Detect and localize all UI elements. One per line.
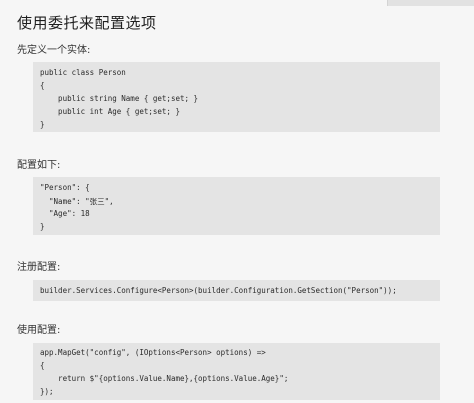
code-line: builder.Services.Configure<Person>(build… bbox=[40, 286, 397, 295]
code-block-usage: app.MapGet("config", (IOptions<Person> o… bbox=[33, 343, 440, 400]
code-block-json-config: "Person": { "Name": "张三", "Age": 18 } bbox=[33, 177, 440, 235]
code-line: "Age": 18 bbox=[40, 209, 90, 218]
code-line: return $"{options.Value.Name},{options.V… bbox=[40, 374, 289, 383]
section-usage-label: 使用配置: bbox=[17, 325, 61, 336]
code-line: { bbox=[40, 361, 45, 370]
section-config-label: 配置如下: bbox=[17, 160, 61, 171]
code-line: public class Person bbox=[40, 68, 126, 77]
code-line: "Name": "张三", bbox=[40, 197, 114, 206]
page-title: 使用委托来配置选项 bbox=[17, 14, 157, 32]
code-line: app.MapGet("config", (IOptions<Person> o… bbox=[40, 348, 266, 357]
code-line: public string Name { get;set; } bbox=[40, 94, 199, 103]
top-right-toolbar-strip bbox=[387, 0, 474, 6]
section-register-label: 注册配置: bbox=[17, 262, 61, 273]
code-line: public int Age { get;set; } bbox=[40, 107, 180, 116]
code-block-register: builder.Services.Configure<Person>(build… bbox=[33, 280, 440, 301]
code-line: } bbox=[40, 120, 45, 129]
code-block-entity: public class Person { public string Name… bbox=[33, 62, 440, 132]
code-line: { bbox=[40, 81, 45, 90]
code-line: "Person": { bbox=[40, 183, 90, 192]
code-line: }); bbox=[40, 387, 54, 396]
section-entity-label: 先定义一个实体: bbox=[17, 45, 91, 56]
code-line: } bbox=[40, 222, 45, 231]
